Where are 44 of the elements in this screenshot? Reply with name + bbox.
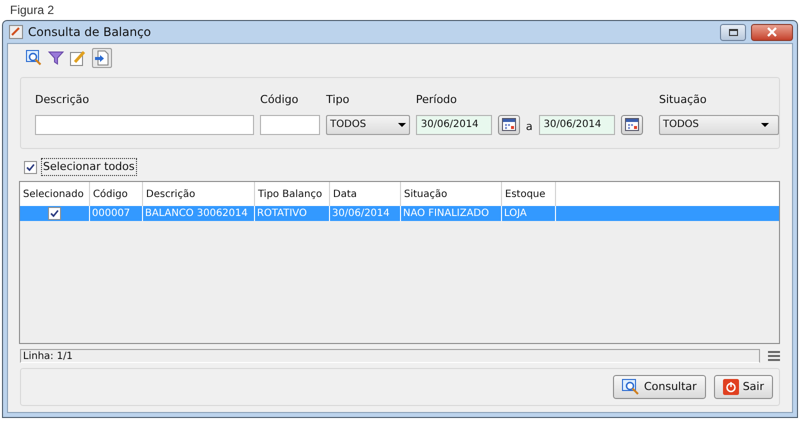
calendar-icon bbox=[624, 118, 639, 132]
field-label: Código bbox=[260, 92, 300, 108]
filter-icon[interactable] bbox=[48, 50, 64, 66]
table-cell: BALANCO 30062014 bbox=[143, 206, 255, 221]
calendar-button[interactable] bbox=[498, 114, 520, 135]
exit-button[interactable]: Sair bbox=[714, 375, 773, 399]
search-button[interactable]: Consultar bbox=[612, 375, 706, 399]
code-field[interactable] bbox=[260, 114, 320, 134]
select-all-label[interactable]: Selecionar todos bbox=[41, 158, 137, 176]
table-cell: 000007 bbox=[90, 206, 143, 221]
power-icon bbox=[722, 379, 739, 395]
checkbox[interactable] bbox=[24, 160, 37, 174]
close-icon bbox=[766, 27, 778, 37]
export-icon bbox=[94, 50, 110, 66]
field-label: Tipo bbox=[326, 92, 350, 108]
app-icon bbox=[9, 25, 23, 39]
search-icon[interactable] bbox=[26, 50, 42, 66]
table-cell: 30/06/2014 bbox=[330, 206, 401, 221]
check-icon bbox=[26, 162, 35, 172]
field-label: Período bbox=[416, 92, 458, 108]
checkbox[interactable] bbox=[48, 207, 61, 220]
window-title: Consulta de Balanço bbox=[28, 24, 152, 41]
field-label: Situação bbox=[659, 92, 708, 108]
status-bar: Linha: 1/1 bbox=[20, 349, 760, 363]
start-date-field[interactable]: 30/06/2014 bbox=[416, 114, 492, 135]
field-label: Descrição bbox=[35, 92, 90, 108]
calendar-button[interactable] bbox=[620, 114, 643, 135]
check-icon bbox=[50, 209, 59, 218]
type-dropdown[interactable]: TODOS bbox=[326, 114, 410, 134]
end-date-field[interactable]: 30/06/2014 bbox=[538, 114, 615, 135]
menu-icon[interactable] bbox=[768, 351, 780, 361]
close-button[interactable] bbox=[751, 24, 793, 40]
figure-caption: Figura 2 bbox=[10, 2, 54, 19]
export-button[interactable] bbox=[92, 48, 112, 68]
pencil-icon[interactable] bbox=[70, 50, 86, 66]
search-icon bbox=[622, 379, 640, 395]
restore-button[interactable] bbox=[720, 24, 746, 40]
calendar-icon bbox=[502, 118, 516, 132]
table-cell: NAO FINALIZADO bbox=[401, 206, 502, 221]
description-field[interactable] bbox=[35, 114, 254, 134]
table-cell: ROTATIVO bbox=[255, 206, 330, 221]
range-separator: a bbox=[526, 118, 533, 134]
status-dropdown[interactable]: TODOS bbox=[659, 114, 779, 134]
table-cell: LOJA bbox=[502, 206, 556, 221]
